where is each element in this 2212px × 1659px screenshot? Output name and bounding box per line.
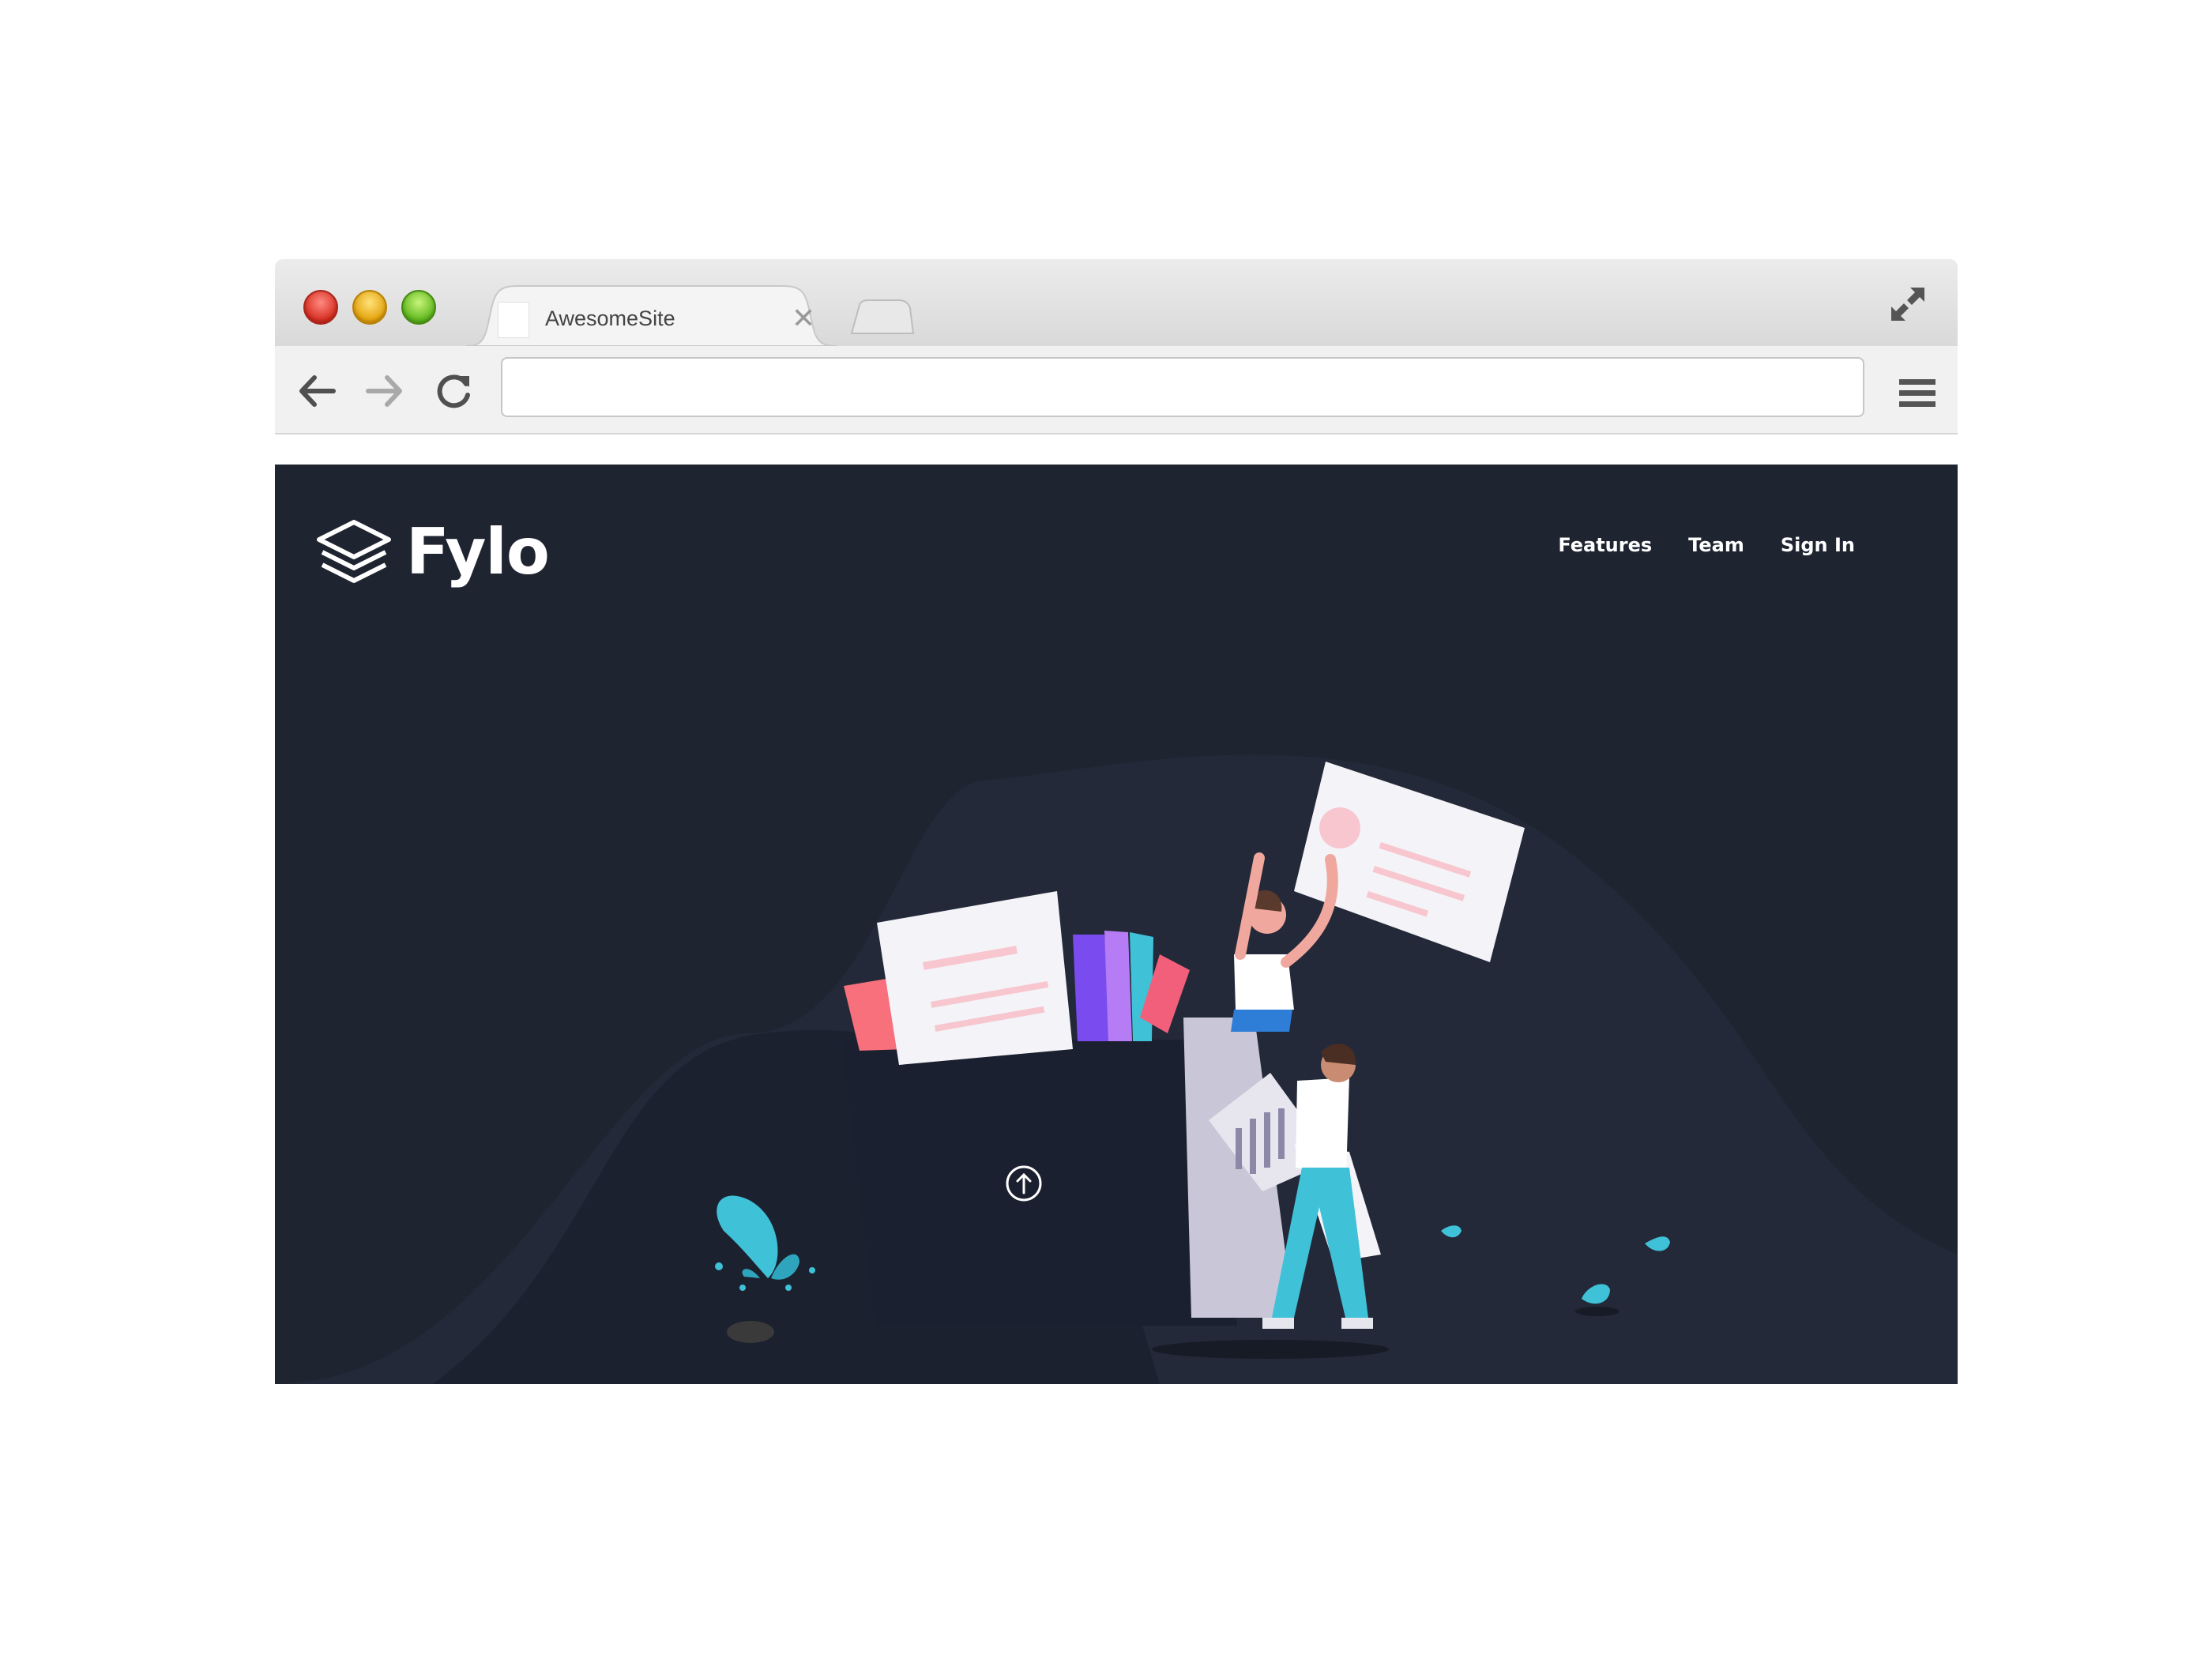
reload-icon[interactable] <box>434 373 474 409</box>
address-bar[interactable] <box>501 357 1864 417</box>
close-window-icon[interactable] <box>303 290 338 325</box>
close-icon[interactable]: ✕ <box>792 304 815 333</box>
nav-link-team[interactable]: Team <box>1688 534 1744 556</box>
tab-title: AwesomeSite <box>545 307 675 330</box>
nav-link-sign-in[interactable]: Sign In <box>1781 534 1855 556</box>
website-viewport: Fylo Features Team Sign In <box>275 465 1958 1384</box>
minimize-icon[interactable] <box>352 290 387 325</box>
new-tab-button[interactable] <box>850 299 915 335</box>
browser-toolbar <box>275 346 1958 434</box>
site-logo[interactable]: Fylo <box>314 512 550 591</box>
browser-tab[interactable]: AwesomeSite ✕ <box>466 284 837 346</box>
hero-illustration <box>275 754 1958 1384</box>
maximize-icon[interactable] <box>401 290 436 325</box>
stacked-layers-icon <box>317 520 391 583</box>
browser-window: AwesomeSite ✕ Fylo Features Team Sign In <box>275 259 1958 1384</box>
hamburger-menu-icon[interactable] <box>1898 376 1937 411</box>
expand-icon[interactable] <box>1888 284 1928 324</box>
site-navigation: Features Team Sign In <box>1558 534 1855 556</box>
page-favicon-icon <box>498 302 529 338</box>
browser-titlebar: AwesomeSite ✕ <box>275 259 1958 346</box>
forward-arrow-icon[interactable] <box>365 373 404 409</box>
site-brand-name: Fylo <box>406 514 550 589</box>
back-arrow-icon[interactable] <box>297 373 337 409</box>
nav-link-features[interactable]: Features <box>1558 534 1652 556</box>
